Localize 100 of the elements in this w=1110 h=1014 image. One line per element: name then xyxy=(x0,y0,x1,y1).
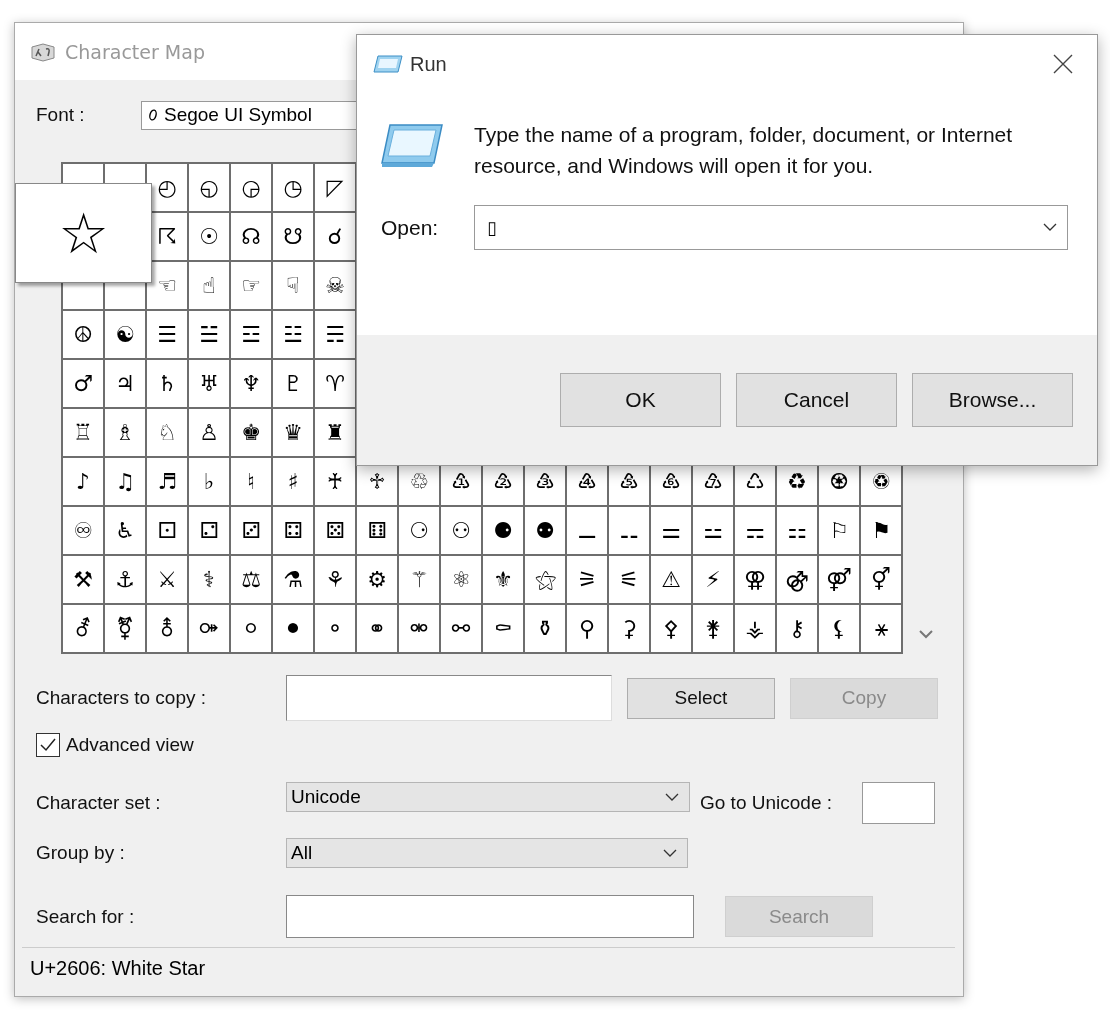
character-cell[interactable]: ⚳ xyxy=(609,605,649,652)
character-cell[interactable]: ⚧ xyxy=(105,605,145,652)
character-cell[interactable]: ♚ xyxy=(231,409,271,456)
character-cell[interactable]: ◵ xyxy=(189,164,229,211)
character-cell[interactable]: ♆ xyxy=(231,360,271,407)
character-cell[interactable]: ⚐ xyxy=(819,507,859,554)
dialog-button[interactable]: Select xyxy=(627,677,775,719)
character-cell[interactable]: ⚛ xyxy=(441,556,481,603)
character-cell[interactable]: ♗ xyxy=(105,409,145,456)
character-cell[interactable]: ⚥ xyxy=(861,556,901,603)
character-cell[interactable]: ☲ xyxy=(231,311,271,358)
character-cell[interactable]: ☞ xyxy=(231,262,271,309)
character-cell[interactable]: ♇ xyxy=(273,360,313,407)
character-cell[interactable]: ⚠ xyxy=(651,556,691,603)
character-cell[interactable]: ⚭ xyxy=(357,605,397,652)
character-cell[interactable]: ⚇ xyxy=(441,507,481,554)
character-cell[interactable]: ⚔ xyxy=(147,556,187,603)
character-cell[interactable]: ♭ xyxy=(189,458,229,505)
character-cell[interactable]: ◴ xyxy=(147,164,187,211)
dialog-button[interactable]: OK xyxy=(560,373,721,427)
character-cell[interactable]: ⚏ xyxy=(777,507,817,554)
character-cell[interactable]: ⚋ xyxy=(609,507,649,554)
character-cell[interactable]: ⚸ xyxy=(819,605,859,652)
character-cell[interactable]: ◸ xyxy=(315,164,355,211)
character-cell[interactable]: ⚵ xyxy=(693,605,733,652)
character-cell[interactable]: ♖ xyxy=(63,409,103,456)
group-by-dropdown[interactable]: All xyxy=(286,838,688,868)
character-cell[interactable]: ♬ xyxy=(147,458,187,505)
character-cell[interactable]: ⚚ xyxy=(399,556,439,603)
character-cell[interactable]: ◷ xyxy=(273,164,313,211)
character-cell[interactable]: ⚨ xyxy=(147,605,187,652)
character-cell[interactable]: ☱ xyxy=(189,311,229,358)
character-cell[interactable]: ⚍ xyxy=(693,507,733,554)
character-cell[interactable]: ⚘ xyxy=(315,556,355,603)
character-cell[interactable]: ♫ xyxy=(105,458,145,505)
character-cell[interactable]: ⚎ xyxy=(735,507,775,554)
character-cell[interactable]: ⚶ xyxy=(735,605,775,652)
font-dropdown[interactable]: Segoe UI Symbol xyxy=(141,100,356,130)
character-cell[interactable]: ☠ xyxy=(315,262,355,309)
character-cell[interactable]: ⚖ xyxy=(231,556,271,603)
character-cell[interactable]: ⚂ xyxy=(231,507,271,554)
character-cell[interactable]: ♾ xyxy=(63,507,103,554)
character-cell[interactable]: ♜ xyxy=(315,409,355,456)
character-cell[interactable]: ☳ xyxy=(273,311,313,358)
character-cell[interactable]: ☌ xyxy=(315,213,355,260)
character-cell[interactable]: ⚟ xyxy=(609,556,649,603)
character-cell[interactable]: ⚃ xyxy=(273,507,313,554)
character-cell[interactable]: ⚁ xyxy=(189,507,229,554)
character-cell[interactable]: ♅ xyxy=(189,360,229,407)
character-cell[interactable]: ◶ xyxy=(231,164,271,211)
character-cell[interactable]: ⚣ xyxy=(777,556,817,603)
character-cell[interactable]: ☉ xyxy=(189,213,229,260)
character-cell[interactable]: ⚌ xyxy=(651,507,691,554)
character-cell[interactable]: ⚲ xyxy=(567,605,607,652)
character-cell[interactable]: ⚉ xyxy=(525,507,565,554)
dialog-button[interactable]: Browse... xyxy=(912,373,1073,427)
character-cell[interactable]: ♈ xyxy=(315,360,355,407)
character-cell[interactable]: ⚆ xyxy=(399,507,439,554)
character-cell[interactable]: ⚯ xyxy=(441,605,481,652)
character-cell[interactable]: ☝ xyxy=(189,262,229,309)
open-dropdown[interactable]: ▯ xyxy=(474,205,1068,250)
character-cell[interactable]: ⚜ xyxy=(483,556,523,603)
character-cell[interactable]: ⚈ xyxy=(483,507,523,554)
character-cell[interactable]: ⚄ xyxy=(315,507,355,554)
character-cell[interactable]: ⚙ xyxy=(357,556,397,603)
character-cell[interactable]: ⚗ xyxy=(273,556,313,603)
character-cell[interactable]: ☯ xyxy=(105,311,145,358)
character-cell[interactable]: ⚪ xyxy=(231,605,271,652)
character-cell[interactable]: ⚦ xyxy=(63,605,103,652)
character-cell[interactable]: ⚊ xyxy=(567,507,607,554)
character-cell[interactable]: ⚓ xyxy=(105,556,145,603)
character-cell[interactable]: ☋ xyxy=(273,213,313,260)
character-cell[interactable]: ⚤ xyxy=(819,556,859,603)
character-cell[interactable]: ⚰ xyxy=(483,605,523,652)
character-cell[interactable]: ⚑ xyxy=(861,507,901,554)
character-cell[interactable]: ♂ xyxy=(63,360,103,407)
character-cell[interactable]: ♙ xyxy=(189,409,229,456)
character-set-dropdown[interactable]: Unicode xyxy=(286,782,690,812)
character-cell[interactable]: ♪ xyxy=(63,458,103,505)
character-cell[interactable]: ♃ xyxy=(105,360,145,407)
character-cell[interactable]: ⚞ xyxy=(567,556,607,603)
character-cell[interactable]: ⚴ xyxy=(651,605,691,652)
character-cell[interactable]: ⚩ xyxy=(189,605,229,652)
character-cell[interactable]: ♮ xyxy=(231,458,271,505)
character-cell[interactable]: ☴ xyxy=(315,311,355,358)
dialog-button[interactable]: Cancel xyxy=(736,373,897,427)
character-cell[interactable]: ⚡ xyxy=(693,556,733,603)
character-cell[interactable]: ☜ xyxy=(147,262,187,309)
character-cell[interactable]: ⚹ xyxy=(861,605,901,652)
character-cell[interactable]: ♰ xyxy=(315,458,355,505)
character-cell[interactable]: ♘ xyxy=(147,409,187,456)
character-cell[interactable]: ☰ xyxy=(147,311,187,358)
character-cell[interactable]: ⚀ xyxy=(147,507,187,554)
character-cell[interactable]: ⚒ xyxy=(63,556,103,603)
character-cell[interactable]: ⚝ xyxy=(525,556,565,603)
character-cell[interactable]: ⚮ xyxy=(399,605,439,652)
character-cell[interactable]: ⚱ xyxy=(525,605,565,652)
character-cell[interactable]: ♛ xyxy=(273,409,313,456)
character-cell[interactable]: ♄ xyxy=(147,360,187,407)
character-cell[interactable]: ♯ xyxy=(273,458,313,505)
